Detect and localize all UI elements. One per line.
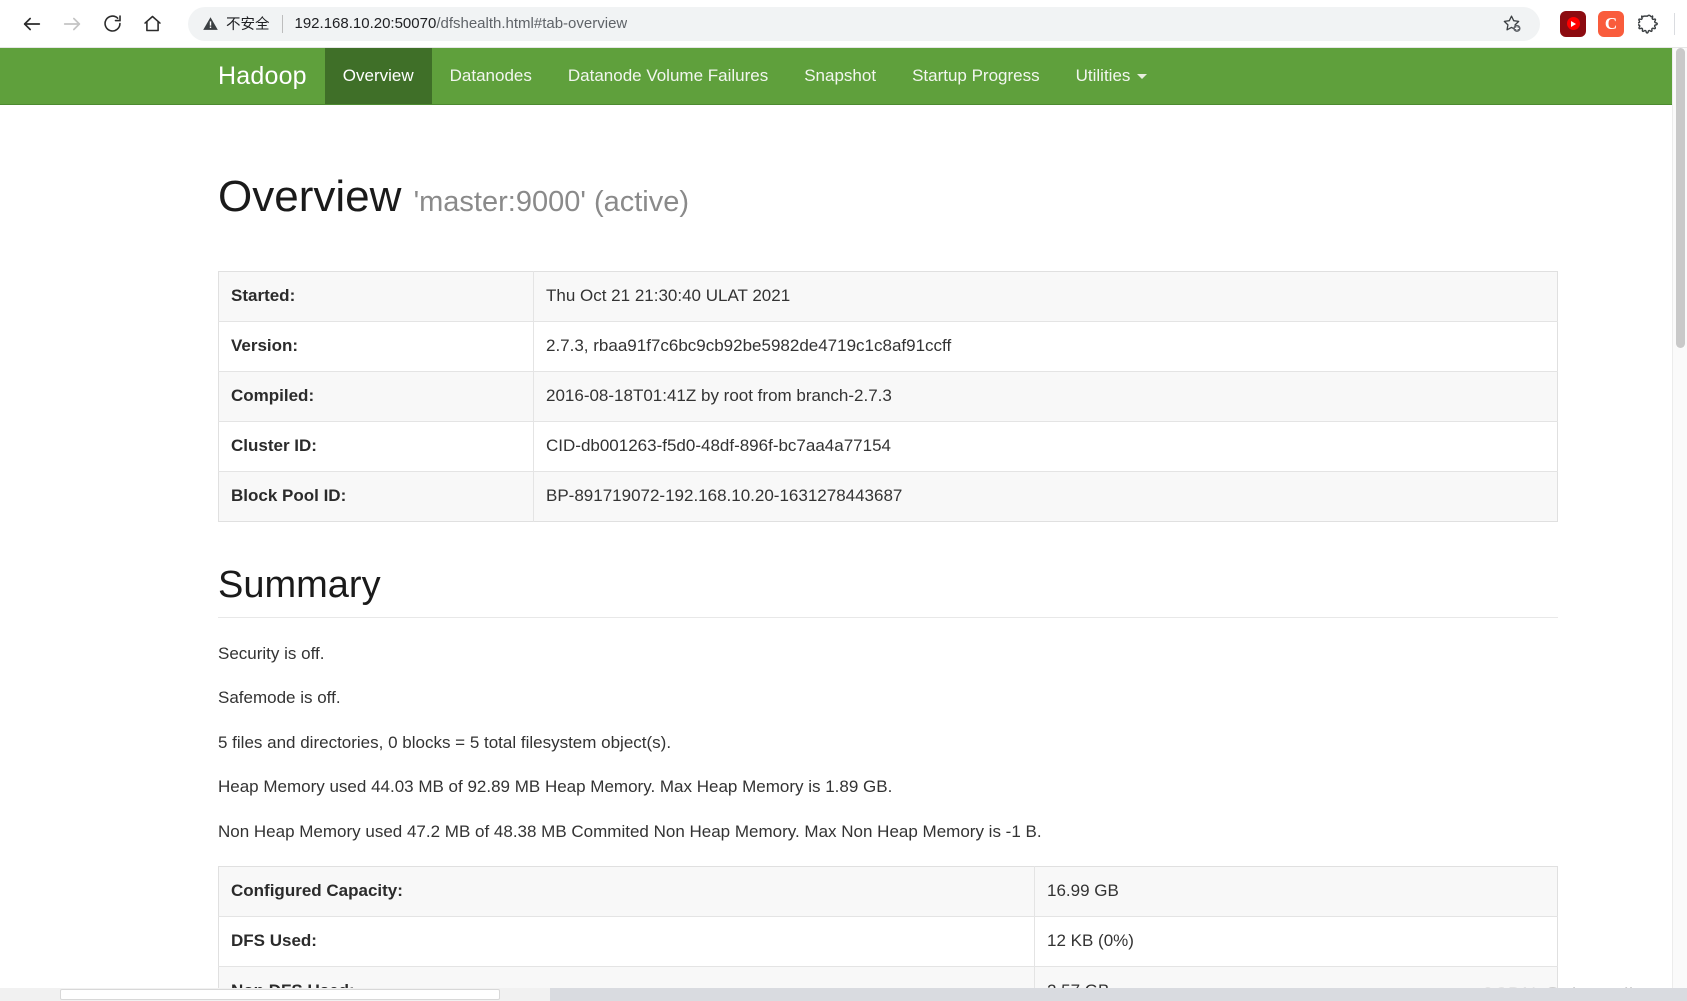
- capacity-value-dfs-used: 12 KB (0%): [1047, 930, 1134, 950]
- table-row: Compiled: 2016-08-18T01:41Z by root from…: [218, 371, 1558, 422]
- nav-item-overview[interactable]: Overview: [324, 48, 432, 104]
- nav-item-datanodes-label: Datanodes: [449, 66, 532, 85]
- page-title-main: Overview: [218, 172, 402, 221]
- table-row: DFS Used: 12 KB (0%): [218, 916, 1558, 967]
- not-secure-label: 不安全: [226, 17, 270, 33]
- page-title: Overview 'master:9000' (active): [218, 172, 1558, 221]
- summary-line-filesystem-objects: 5 files and directories, 0 blocks = 5 to…: [218, 732, 672, 752]
- nav-item-datanode-volume-failures[interactable]: Datanode Volume Failures: [550, 48, 786, 104]
- summary-lines: Security is off. Safemode is off. 5 file…: [218, 644, 1558, 842]
- info-key-started: Started:: [218, 271, 534, 322]
- hadoop-brand[interactable]: Hadoop: [218, 48, 325, 104]
- capacity-key-configured-capacity: Configured Capacity:: [218, 866, 1035, 917]
- summary-line-safemode: Safemode is off.: [218, 688, 341, 708]
- nav-item-startup-progress-label: Startup Progress: [912, 66, 1040, 85]
- capacity-value-configured-capacity: 16.99 GB: [1047, 881, 1119, 901]
- nav-item-utilities[interactable]: Utilities: [1058, 48, 1166, 104]
- page-content: Overview 'master:9000' (active) Started:…: [0, 105, 1687, 1001]
- summary-line-security: Security is off.: [218, 644, 325, 664]
- reload-button[interactable]: [92, 4, 132, 44]
- info-value-compiled: 2016-08-18T01:41Z by root from branch-2.…: [546, 386, 892, 406]
- table-row: Version: 2.7.3, rbaa91f7c6bc9cb92be5982d…: [218, 321, 1558, 372]
- extensions-puzzle-icon[interactable]: [1636, 11, 1662, 37]
- hadoop-navbar: Hadoop Overview Datanodes Datanode Volum…: [0, 48, 1687, 105]
- forward-button[interactable]: [52, 4, 92, 44]
- nav-item-startup-progress[interactable]: Startup Progress: [894, 48, 1058, 104]
- back-button[interactable]: [12, 4, 52, 44]
- info-key-block-pool-id: Block Pool ID:: [218, 471, 534, 522]
- nav-item-snapshot[interactable]: Snapshot: [786, 48, 894, 104]
- info-value-version: 2.7.3, rbaa91f7c6bc9cb92be5982de4719c1c8…: [546, 336, 952, 356]
- url-host: 192.168.10.20:50070: [294, 15, 437, 32]
- c-extension-icon[interactable]: C: [1598, 10, 1624, 37]
- table-row: Cluster ID: CID-db001263-f5d0-48df-896f-…: [218, 421, 1558, 472]
- browser-toolbar: 不安全 192.168.10.20:50070/dfshealth.html#t…: [0, 0, 1687, 48]
- summary-title: Summary: [218, 564, 1558, 619]
- cluster-info-table: Started: Thu Oct 21 21:30:40 ULAT 2021 V…: [218, 271, 1558, 523]
- omnibox-divider: [281, 14, 283, 33]
- toolbar-extensions: C: [1550, 10, 1675, 37]
- taskbar-strip: [550, 988, 1687, 1001]
- info-value-cluster-id: CID-db001263-f5d0-48df-896f-bc7aa4a77154: [546, 436, 891, 456]
- info-key-version: Version:: [218, 321, 534, 372]
- nav-item-utilities-label: Utilities: [1075, 66, 1131, 85]
- nav-item-datanode-volume-failures-label: Datanode Volume Failures: [567, 66, 769, 85]
- capacity-table: Configured Capacity: 16.99 GB DFS Used: …: [218, 866, 1558, 1001]
- page-title-subtitle: 'master:9000' (active): [413, 186, 690, 218]
- info-value-started: Thu Oct 21 21:30:40 ULAT 2021: [546, 286, 791, 306]
- chevron-down-icon: [1137, 73, 1148, 79]
- hadoop-nav-list: Overview Datanodes Datanode Volume Failu…: [324, 48, 1166, 104]
- capacity-key-dfs-used: DFS Used:: [218, 916, 1035, 967]
- url-text[interactable]: 192.168.10.20:50070/dfshealth.html#tab-o…: [295, 15, 628, 32]
- horizontal-scrollbar-thumb[interactable]: [60, 989, 500, 1000]
- nav-item-snapshot-label: Snapshot: [804, 66, 877, 85]
- summary-line-heap-memory: Heap Memory used 44.03 MB of 92.89 MB He…: [218, 777, 893, 797]
- nav-item-overview-label: Overview: [342, 66, 414, 85]
- bookmark-star-icon[interactable]: [1496, 9, 1526, 39]
- url-path: /dfshealth.html#tab-overview: [436, 15, 628, 32]
- info-key-compiled: Compiled:: [218, 371, 534, 422]
- home-button[interactable]: [132, 4, 172, 44]
- youtube-extension-icon[interactable]: [1560, 10, 1586, 37]
- table-row: Configured Capacity: 16.99 GB: [218, 866, 1558, 917]
- info-value-block-pool-id: BP-891719072-192.168.10.20-1631278443687: [546, 486, 903, 506]
- vertical-scrollbar[interactable]: [1672, 48, 1687, 1001]
- not-secure-warning-icon: [202, 15, 219, 32]
- table-row: Block Pool ID: BP-891719072-192.168.10.2…: [218, 471, 1558, 522]
- table-row: Started: Thu Oct 21 21:30:40 ULAT 2021: [218, 271, 1558, 322]
- info-key-cluster-id: Cluster ID:: [218, 421, 534, 472]
- toolbar-separator: [1674, 12, 1675, 35]
- address-bar[interactable]: 不安全 192.168.10.20:50070/dfshealth.html#t…: [188, 6, 1540, 41]
- summary-line-non-heap-memory: Non Heap Memory used 47.2 MB of 48.38 MB…: [218, 821, 1042, 841]
- nav-item-datanodes[interactable]: Datanodes: [432, 48, 550, 104]
- vertical-scrollbar-thumb[interactable]: [1676, 48, 1685, 348]
